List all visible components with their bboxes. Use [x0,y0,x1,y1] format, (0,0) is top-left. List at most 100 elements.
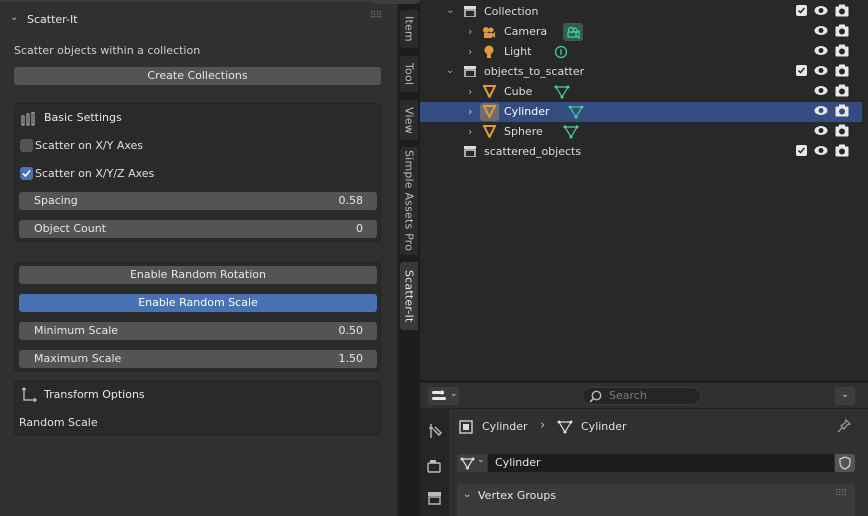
scatter-xyz-checkbox[interactable] [20,167,33,180]
mesh-name-field[interactable]: Cylinder [488,454,834,472]
basic-settings-title: Basic Settings [44,111,122,124]
eye-icon[interactable] [814,25,828,36]
render-camera-icon[interactable] [835,124,849,137]
mesh-browse-dropdown[interactable]: ⌄ [457,454,487,472]
tab-simple-assets-pro[interactable]: Simple Assets Pro [400,147,418,255]
spacing-field[interactable]: Spacing 0.58 [19,192,377,210]
panel-header[interactable]: ⌄ Scatter-It ⠿⠿ [0,0,397,40]
transform-options-text: Random Scale [19,416,98,429]
tab-tool[interactable]: Tool [400,56,418,92]
mesh-object-icon [483,125,496,138]
editor-type-dropdown[interactable]: ⌄ [428,387,459,405]
checkmark-icon [22,169,31,178]
vertex-groups-panel[interactable]: ⌄ Vertex Groups ⠿⠿ [457,484,855,516]
exclude-checkbox[interactable] [796,145,807,159]
properties-editor-icon [432,390,446,400]
eye-icon[interactable] [814,65,828,76]
mesh-data-icon[interactable] [554,84,570,100]
drag-handle-icon[interactable]: ⠿⠿ [835,489,847,499]
outliner-item-label: Cube [504,85,533,98]
properties-tabs [420,409,449,516]
exclude-checkbox[interactable] [796,5,807,19]
transform-options-box: Transform Options Random Scale [14,380,381,436]
eye-icon[interactable] [814,145,828,156]
render-camera-icon[interactable] [835,144,849,157]
drag-handle-icon[interactable]: ⠿⠿ [370,11,382,21]
outliner-item-label: Light [504,45,532,58]
outliner-item-label: objects_to_scatter [484,65,585,78]
outliner-item-label: Collection [484,5,539,18]
mesh-data-icon[interactable] [568,104,584,120]
outliner-item-label: Cylinder [504,105,550,118]
maximum-scale-field[interactable]: Maximum Scale 1.50 [19,350,377,368]
render-camera-icon[interactable] [835,104,849,117]
mesh-object-icon [483,105,496,118]
light-data-icon[interactable] [554,45,568,59]
mesh-data-icon[interactable] [563,124,579,140]
eye-icon[interactable] [814,125,828,136]
tab-item[interactable]: Item [400,10,418,48]
render-camera-icon[interactable] [835,4,849,17]
create-collections-button[interactable]: Create Collections [14,67,381,85]
tab-scatter-it[interactable]: Scatter-It [400,262,418,330]
light-icon [484,45,494,58]
properties-content: Cylinder › Cylinder ⌄ Cylinder ⌄ Vertex … [449,409,868,516]
scatter-xy-checkbox[interactable] [20,139,33,152]
eye-icon[interactable] [814,5,828,16]
chevron-right-icon[interactable]: › [468,45,472,58]
object-count-label: Object Count [34,222,106,235]
camera-icon [483,27,495,38]
chevron-down-icon[interactable]: ⌄ [446,65,454,76]
basic-settings-box: Basic Settings Scatter on X/Y Axes Scatt… [14,103,381,242]
render-camera-icon[interactable] [835,84,849,97]
tool-tab-icon[interactable] [428,423,442,439]
tab-view[interactable]: View [400,100,418,140]
collection-icon [464,6,476,17]
render-camera-icon[interactable] [835,24,849,37]
outliner-item-label: Sphere [504,125,543,138]
object-count-value: 0 [356,222,363,235]
render-tab-icon[interactable] [427,459,442,473]
mesh-object-icon [483,85,496,98]
settings-bars-icon [21,112,35,126]
object-count-field[interactable]: Object Count 0 [19,220,377,238]
region-header-edge [372,0,420,4]
sidebar-tabs: Item Tool View Simple Assets Pro Scatter… [397,0,420,516]
chevron-right-icon[interactable]: › [468,125,472,138]
minimum-scale-field[interactable]: Minimum Scale 0.50 [19,322,377,340]
chevron-right-icon[interactable]: › [468,105,472,118]
chevron-right-icon[interactable]: › [468,85,472,98]
chevron-down-icon[interactable]: ⌄ [463,489,471,500]
object-icon [459,420,473,434]
eye-icon[interactable] [814,45,828,56]
eye-icon[interactable] [814,85,828,96]
pin-icon[interactable] [837,419,851,434]
sidebar-panel: ⌄ Scatter-It ⠿⠿ Scatter objects within a… [0,0,397,516]
breadcrumb-mesh: Cylinder [581,420,627,433]
minimum-scale-label: Minimum Scale [34,324,119,337]
search-icon [589,390,602,403]
render-camera-icon[interactable] [835,44,849,57]
chevron-down-icon[interactable]: ⌄ [446,5,454,16]
render-camera-icon[interactable] [835,64,849,77]
vertex-groups-title: Vertex Groups [478,489,557,502]
chevron-right-icon[interactable]: › [468,25,472,38]
eye-icon[interactable] [814,105,828,116]
scatter-xy-label: Scatter on X/Y Axes [35,139,144,152]
minimum-scale-value: 0.50 [338,324,364,337]
panel-title: Scatter-It [27,13,78,26]
output-tab-icon[interactable] [427,491,442,505]
exclude-checkbox[interactable] [796,65,807,79]
camera-data-icon[interactable] [563,23,583,41]
spacing-value: 0.58 [338,194,364,207]
spacing-label: Spacing [34,194,78,207]
panel-description: Scatter objects within a collection [14,44,201,57]
random-scale-button[interactable]: Enable Random Scale [19,294,377,312]
chevron-down-icon: ⌄ [840,389,850,400]
chevron-down-icon: ⌄ [450,389,458,399]
random-rotation-button[interactable]: Enable Random Rotation [19,266,377,284]
fake-user-button[interactable] [835,454,855,472]
breadcrumb-separator-icon: › [540,418,546,433]
chevron-down-icon[interactable]: ⌄ [10,12,18,23]
options-dropdown[interactable]: ⌄ [835,387,855,405]
